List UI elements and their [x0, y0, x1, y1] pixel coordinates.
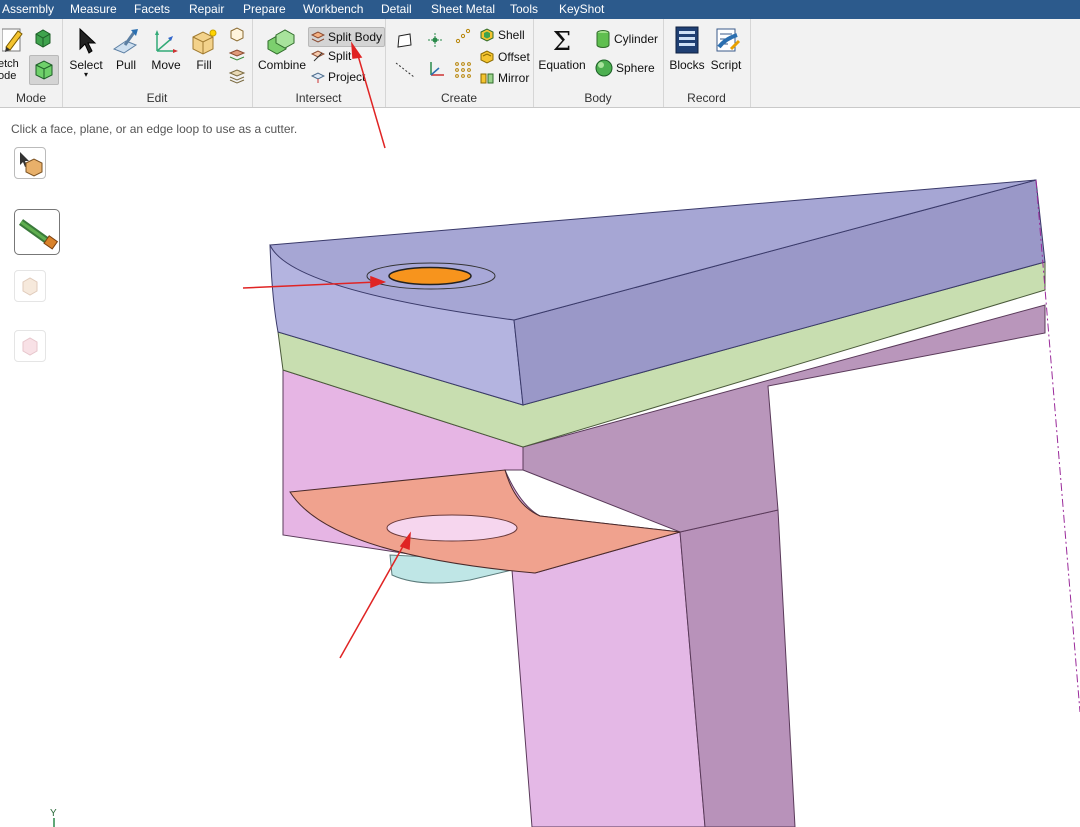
arrow-to-bottom-hole: [339, 540, 407, 659]
tool-hint-text: Click a face, plane, or an edge loop to …: [11, 122, 298, 136]
guide-disabled-1: [14, 270, 46, 302]
select-cutter-guide[interactable]: [14, 147, 46, 179]
arrow-to-split-body: [356, 51, 386, 149]
y-axis-label: Y: [50, 808, 57, 819]
select-cutter-icon: [20, 152, 43, 177]
select-target-guide[interactable]: [14, 209, 60, 255]
bottom-hole[interactable]: [386, 514, 518, 542]
guide-disabled-2: [14, 330, 46, 362]
hole-highlighted-face[interactable]: [388, 266, 472, 286]
faded-cube-icon: [22, 277, 38, 296]
leg-front-face[interactable]: [511, 531, 706, 827]
arrow-head-1: [351, 41, 363, 59]
saw-icon: [18, 219, 59, 250]
construction-line: [1035, 179, 1080, 713]
faded-cube-icon-2: [22, 337, 38, 356]
